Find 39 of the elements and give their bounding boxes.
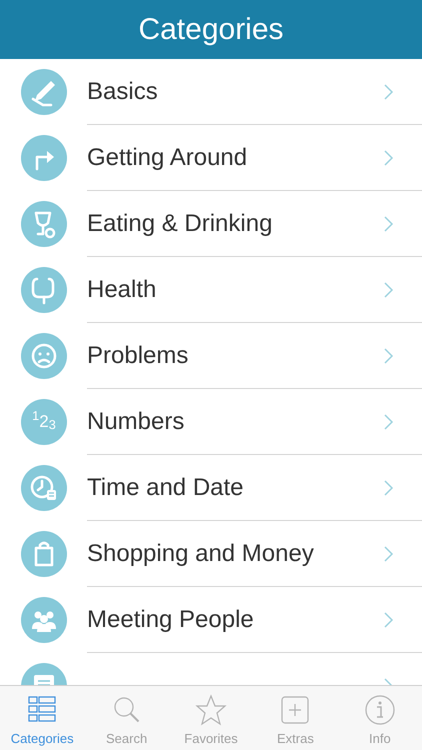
category-row[interactable]: Meeting People: [0, 587, 422, 653]
shopping-bag-icon: [21, 531, 67, 577]
stethoscope-icon: [21, 267, 67, 313]
category-row[interactable]: Problems: [0, 323, 422, 389]
clock-icon: [21, 465, 67, 511]
category-label: Numbers: [87, 406, 186, 436]
pencil-icon: [21, 69, 67, 115]
chevron-icon: [384, 282, 394, 298]
category-label: Time and Date: [87, 472, 245, 502]
chevron-icon: [384, 348, 394, 364]
category-label: Shopping and Money: [87, 538, 315, 568]
category-row[interactable]: Time and Date: [0, 455, 422, 521]
category-row[interactable]: $^{1}$2$_{3}$ Numbers: [0, 389, 422, 455]
category-row[interactable]: Eating & Drinking: [0, 191, 422, 257]
chevron-icon: [384, 612, 394, 628]
chevron-icon: [384, 546, 394, 562]
numbers-icon: $^{1}$2$_{3}$: [21, 399, 67, 445]
chevron-icon: [384, 414, 394, 430]
plus-icon: [279, 694, 312, 726]
category-label: Getting Around: [87, 142, 248, 172]
goblet-icon: [21, 201, 67, 247]
star-icon: [195, 694, 228, 726]
category-row[interactable]: Health: [0, 257, 422, 323]
category-row[interactable]: Basics: [0, 59, 422, 125]
category-label: Health: [87, 274, 158, 304]
category-row[interactable]: Shopping and Money: [0, 521, 422, 587]
category-row[interactable]: Getting Around: [0, 125, 422, 191]
header-title: Categories: [138, 12, 284, 48]
category-label: Basics: [87, 76, 159, 106]
chevron-icon: [384, 216, 394, 232]
category-label: Meeting People: [87, 604, 255, 634]
chevron-icon: [384, 84, 394, 100]
people-icon: [21, 597, 67, 643]
category-label: Problems: [87, 340, 190, 370]
chevron-icon: [384, 150, 394, 166]
info-icon: [364, 694, 396, 726]
category-label: Eating & Drinking: [87, 208, 274, 238]
sad-face-icon: [21, 333, 67, 379]
chevron-icon: [384, 480, 394, 496]
